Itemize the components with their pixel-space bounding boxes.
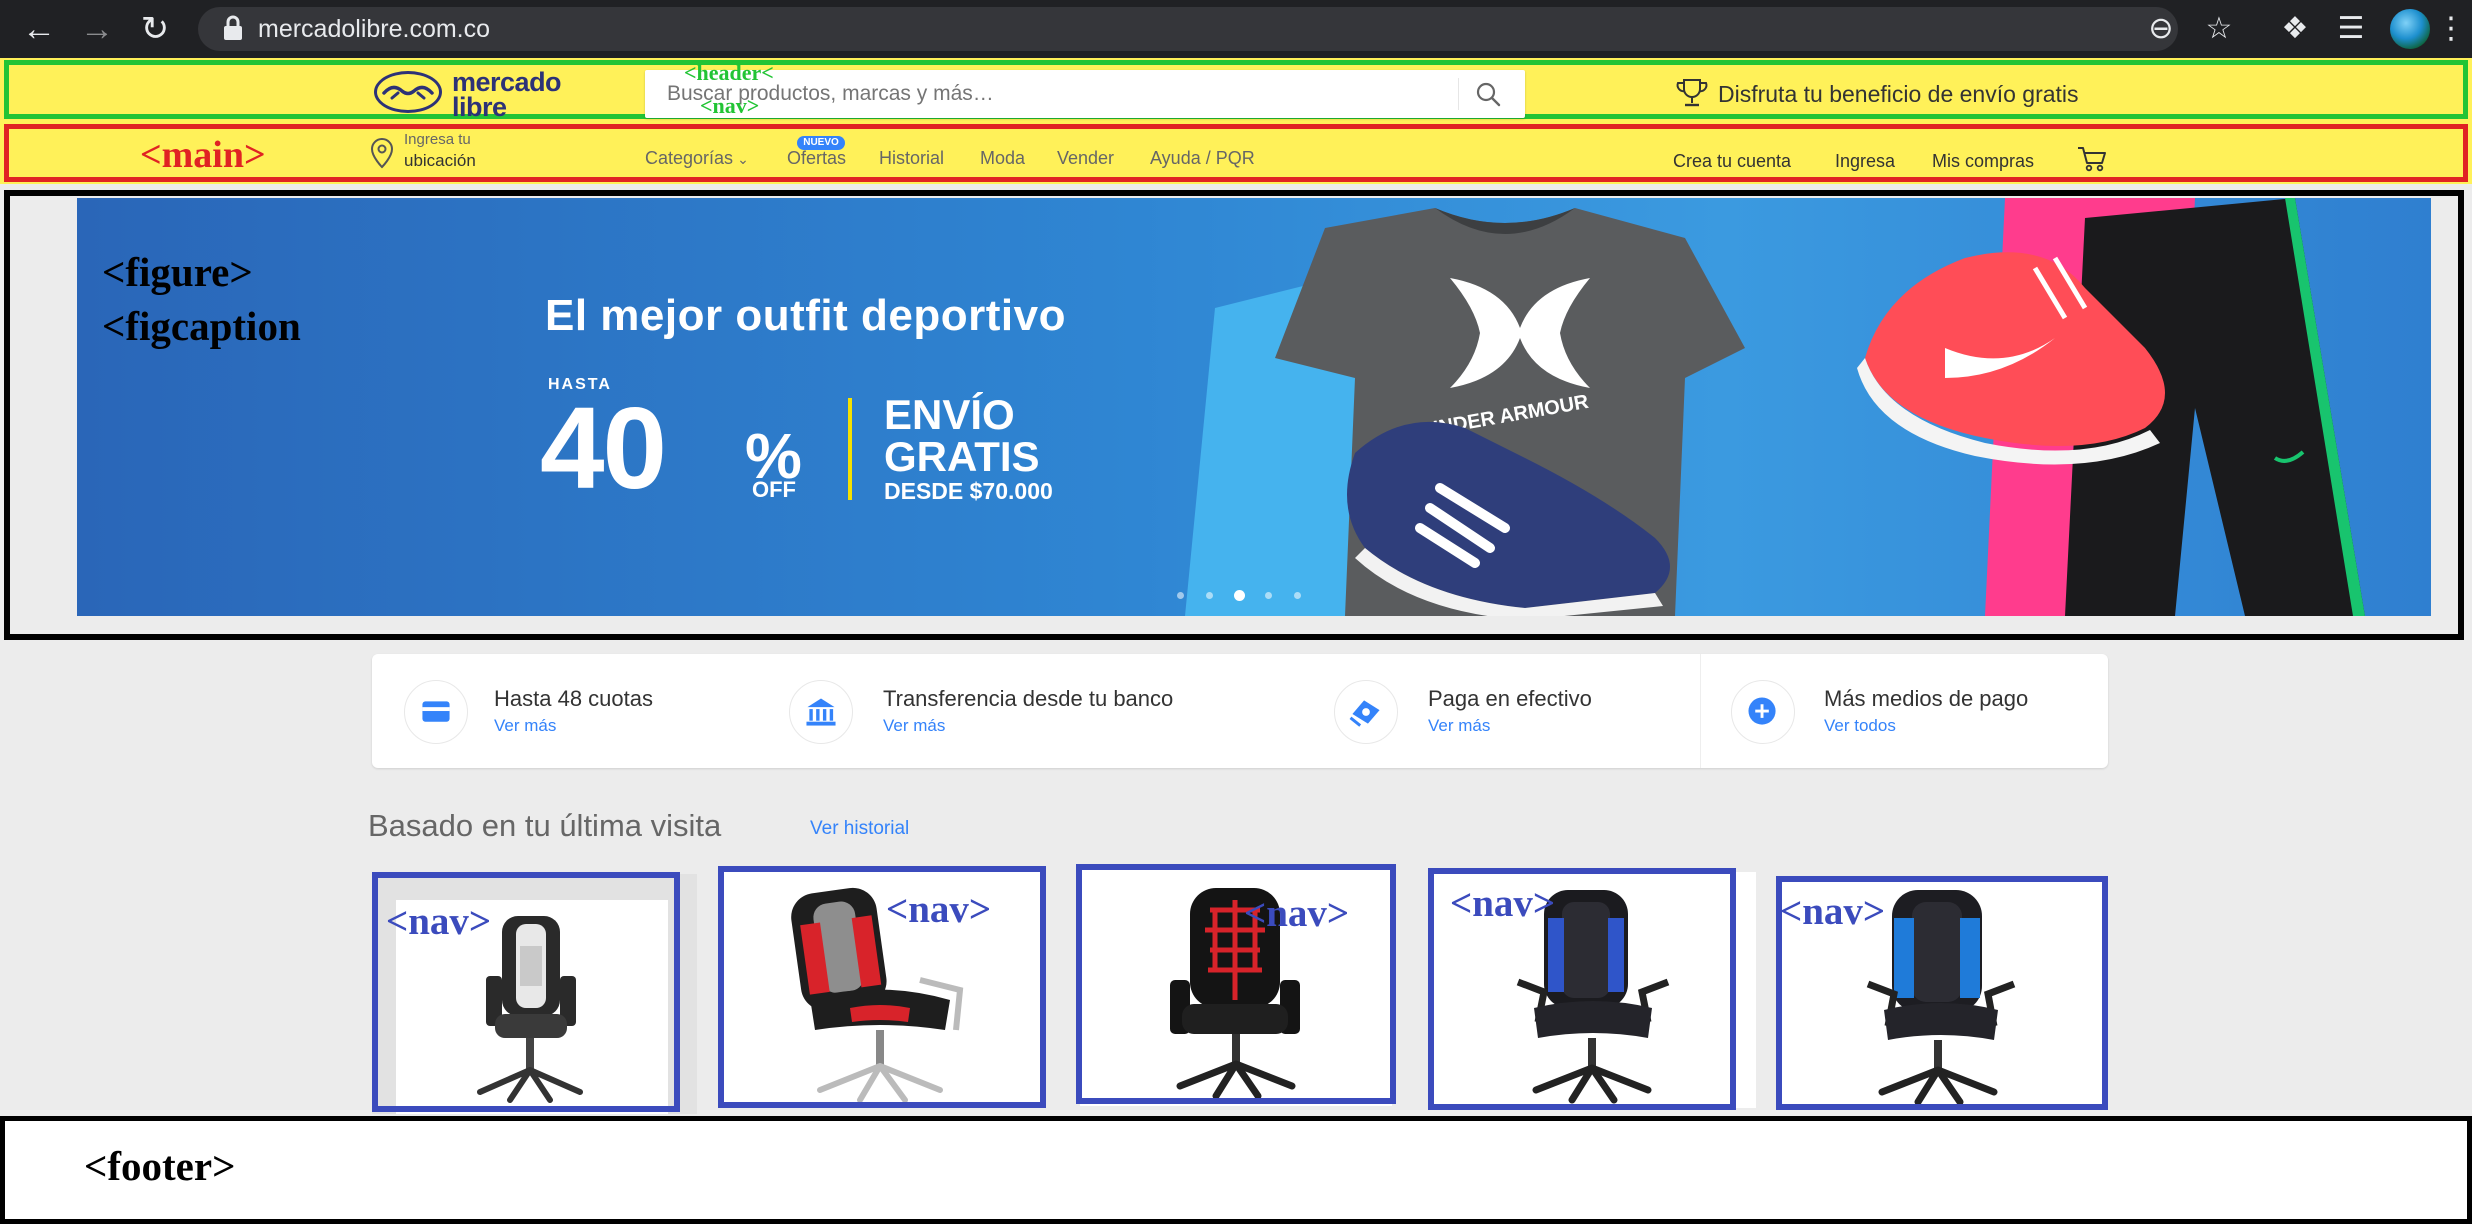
payment-more-link[interactable]: Ver todos <box>1824 716 1896 736</box>
product-nav-annotation-label: <nav> <box>386 900 492 943</box>
nav-categories-label: Categorías <box>645 148 734 168</box>
product-nav-annotation-box <box>718 866 1046 1108</box>
search-icon[interactable] <box>1474 80 1504 110</box>
search-input[interactable] <box>665 72 1445 116</box>
payment-separator <box>1700 654 1701 768</box>
cart-icon[interactable] <box>2076 145 2108 173</box>
create-account-link[interactable]: Crea tu cuenta <box>1673 150 1791 172</box>
payment-transfer-link[interactable]: Ver más <box>883 716 945 736</box>
my-purchases-link[interactable]: Mis compras <box>1932 150 2034 172</box>
menu-icon[interactable]: ⋮ <box>2436 0 2466 58</box>
address-bar[interactable] <box>198 7 2178 51</box>
url-text[interactable]: mercadolibre.com.co <box>258 9 490 49</box>
history-link[interactable]: Ver historial <box>810 818 909 840</box>
payment-cash-link[interactable]: Ver más <box>1428 716 1490 736</box>
nav-sell[interactable]: Vender <box>1057 147 1114 169</box>
cash-icon <box>1334 680 1398 744</box>
logo-wordmark[interactable]: mercado libre <box>452 69 562 122</box>
media-queue-icon[interactable]: ☰ <box>2326 0 2376 58</box>
main-annotation-label: <main> <box>140 134 266 176</box>
lock-icon <box>224 15 242 40</box>
history-section-title: Basado en tu última visita <box>368 808 722 843</box>
location-pin-icon[interactable] <box>368 136 396 170</box>
footer-annotation-box <box>0 1116 2472 1224</box>
search-divider <box>1458 78 1459 110</box>
reload-icon[interactable]: ↻ <box>130 0 180 58</box>
payment-more-title[interactable]: Más medios de pago <box>1824 686 2028 712</box>
location-prompt[interactable]: Ingresa tu <box>404 132 471 148</box>
plus-icon <box>1731 680 1795 744</box>
footer-annotation-label: <footer> <box>84 1143 236 1189</box>
chevron-down-icon: ⌄ <box>737 151 749 167</box>
shipping-promo-text[interactable]: Disfruta tu beneficio de envío gratis <box>1718 78 2079 110</box>
mercadolibre-logo[interactable] <box>372 68 444 114</box>
back-icon[interactable]: ← <box>14 0 64 58</box>
zoom-out-icon[interactable]: ⊖ <box>2136 0 2186 58</box>
figure-annotation-box <box>4 190 2464 640</box>
nav-offers[interactable]: Ofertas <box>787 147 846 169</box>
nav-annotation-label: <nav> <box>700 93 760 118</box>
nav-history[interactable]: Historial <box>879 147 944 169</box>
payment-installments-link[interactable]: Ver más <box>494 716 556 736</box>
profile-avatar[interactable] <box>2390 9 2430 49</box>
payment-installments-title[interactable]: Hasta 48 cuotas <box>494 686 653 712</box>
logo-line-2: libre <box>452 92 507 122</box>
payment-transfer-title[interactable]: Transferencia desde tu banco <box>883 686 1173 712</box>
product-nav-annotation-label: <nav> <box>886 888 992 931</box>
nav-help[interactable]: Ayuda / PQR <box>1150 147 1255 169</box>
login-link[interactable]: Ingresa <box>1835 150 1895 172</box>
bookmark-star-icon[interactable]: ☆ <box>2194 0 2244 58</box>
extensions-icon[interactable]: ❖ <box>2270 0 2320 58</box>
location-label[interactable]: ubicación <box>404 152 476 170</box>
product-nav-annotation-label: <nav> <box>1450 882 1556 925</box>
product-nav-annotation-label: <nav> <box>1780 890 1886 933</box>
forward-icon[interactable]: → <box>72 0 122 58</box>
figcaption-annotation-label: <figcaption <box>102 303 301 349</box>
nav-fashion[interactable]: Moda <box>980 147 1025 169</box>
header-annotation-label: <header< <box>684 60 774 85</box>
payment-cash-title[interactable]: Paga en efectivo <box>1428 686 1592 712</box>
product-nav-annotation-label: <nav> <box>1244 892 1350 935</box>
trophy-icon <box>1676 79 1708 107</box>
credit-card-icon <box>404 680 468 744</box>
figure-annotation-label: <figure> <box>102 249 253 295</box>
nav-categories[interactable]: Categorías ⌄ <box>645 147 749 170</box>
bank-icon <box>789 680 853 744</box>
